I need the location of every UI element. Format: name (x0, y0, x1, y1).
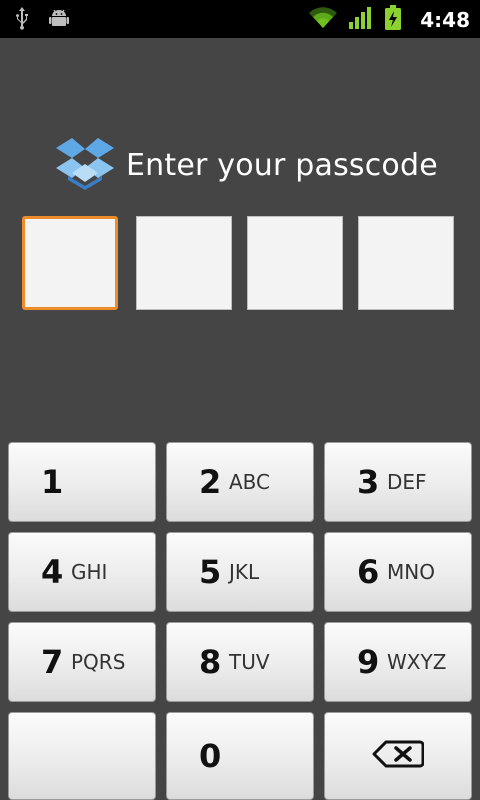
usb-icon (14, 6, 30, 34)
key-6[interactable]: 6 MNO (324, 532, 472, 612)
wifi-icon (308, 6, 338, 34)
key-7[interactable]: 7 PQRS (8, 622, 156, 702)
key-letters: JKL (229, 560, 260, 584)
page-title: Enter your passcode (126, 147, 438, 183)
backspace-icon (372, 740, 425, 772)
passcode-digit-1[interactable] (22, 216, 118, 310)
key-letters: GHI (71, 560, 108, 584)
key-0[interactable]: 0 (166, 712, 314, 800)
key-digit: 1 (41, 463, 64, 501)
key-5[interactable]: 5 JKL (166, 532, 314, 612)
key-8[interactable]: 8 TUV (166, 622, 314, 702)
key-letters: DEF (387, 470, 427, 494)
signal-icon (348, 6, 374, 34)
passcode-header: Enter your passcode (54, 138, 438, 192)
android-debug-icon (48, 7, 70, 33)
key-letters: MNO (387, 560, 435, 584)
key-4[interactable]: 4 GHI (8, 532, 156, 612)
key-letters: PQRS (71, 650, 126, 674)
key-digit: 0 (199, 737, 222, 775)
key-9[interactable]: 9 WXYZ (324, 622, 472, 702)
passcode-digit-4[interactable] (358, 216, 454, 310)
key-1[interactable]: 1 (8, 442, 156, 522)
backspace-key[interactable] (324, 712, 472, 800)
passcode-digit-2[interactable] (136, 216, 232, 310)
passcode-digit-3[interactable] (247, 216, 343, 310)
key-blank (8, 712, 156, 800)
dropbox-logo-icon (54, 135, 116, 195)
key-letters: WXYZ (387, 650, 447, 674)
status-bar: 4:48 (0, 0, 480, 38)
key-letters: TUV (229, 650, 270, 674)
battery-charging-icon (384, 5, 402, 35)
key-3[interactable]: 3 DEF (324, 442, 472, 522)
key-letters: ABC (229, 470, 271, 494)
status-time: 4:48 (420, 8, 470, 32)
key-2[interactable]: 2 ABC (166, 442, 314, 522)
